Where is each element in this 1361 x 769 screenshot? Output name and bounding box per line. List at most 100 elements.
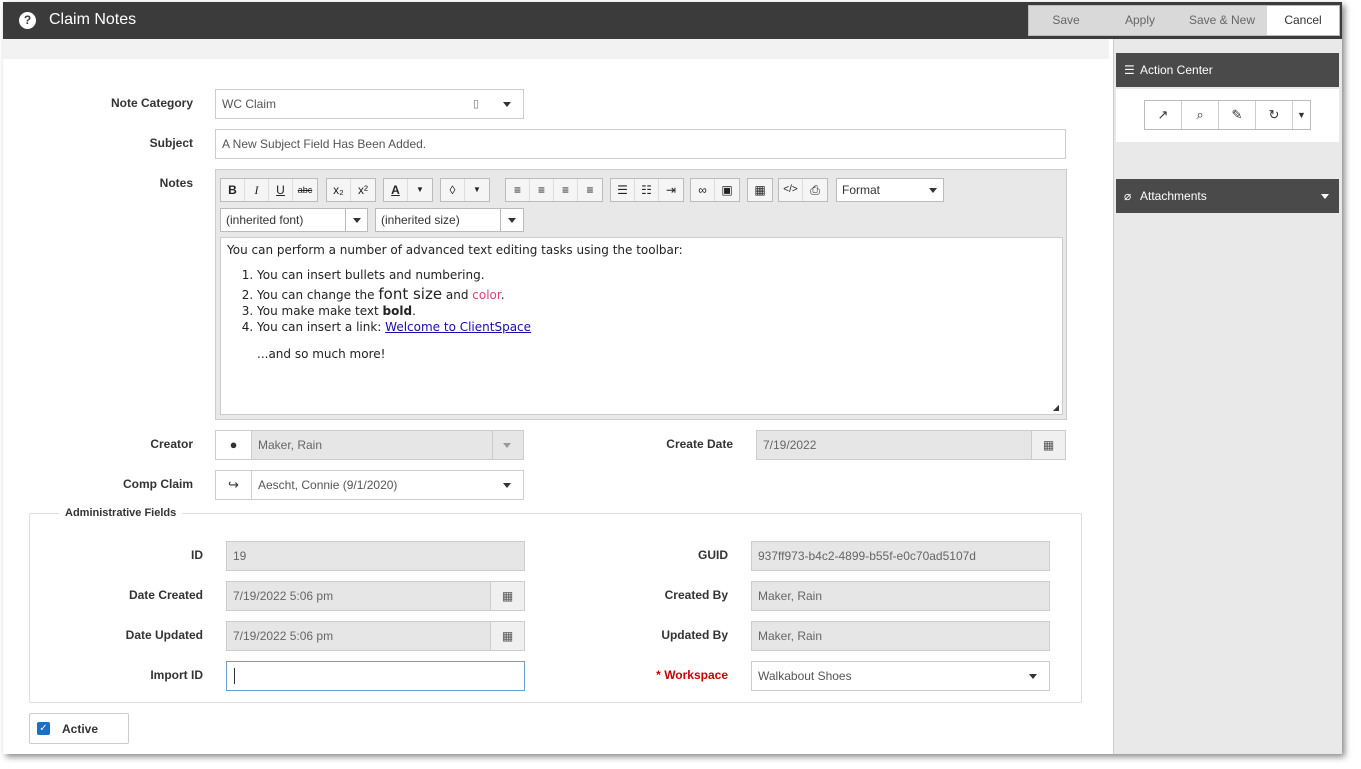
resize-handle-icon[interactable]: ◢ — [1053, 403, 1059, 412]
search-icon[interactable]: ⌕ — [1182, 101, 1219, 129]
link-icon[interactable]: ∞ — [691, 179, 715, 201]
help-icon[interactable]: ? — [19, 12, 36, 29]
workspace-label-text: Workspace — [664, 668, 728, 682]
font-family-value: (inherited font) — [226, 213, 304, 227]
align-center-icon[interactable]: ≡ — [530, 179, 554, 201]
align-group: ≡ ≡ ≡ ≡ — [505, 178, 603, 202]
subject-label: Subject — [149, 136, 193, 150]
font-color-group: A ▼ — [383, 178, 433, 202]
calendar-icon[interactable]: ▦ — [490, 622, 524, 650]
note-category-label: Note Category — [110, 96, 193, 110]
chevron-down-icon[interactable] — [353, 218, 361, 223]
note-category-select[interactable]: WC Claim ▯ — [215, 89, 524, 119]
strikethrough-icon[interactable]: abc — [293, 179, 317, 201]
active-checkbox-group[interactable]: ✓ Active — [29, 713, 129, 744]
background-color-icon[interactable]: ◊ — [441, 179, 465, 201]
chevron-down-icon[interactable] — [1029, 674, 1037, 679]
attachments-title: Attachments — [1140, 189, 1207, 203]
save-and-new-button[interactable]: Save & New — [1177, 6, 1267, 35]
calendar-icon[interactable]: ▦ — [1031, 431, 1065, 459]
text-cursor — [234, 668, 235, 684]
form-top-band — [3, 39, 1109, 59]
list-group: ☰ ☷ ⇥ — [610, 178, 684, 202]
created-by-label: Created By — [664, 588, 728, 602]
align-justify-icon[interactable]: ≡ — [578, 179, 602, 201]
subject-input[interactable]: A New Subject Field Has Been Added. — [215, 129, 1066, 159]
save-button[interactable]: Save — [1029, 6, 1103, 35]
external-link-icon[interactable]: ↗ — [1145, 101, 1182, 129]
form-area: Note Category WC Claim ▯ Subject A New S… — [3, 39, 1109, 754]
create-date-label: Create Date — [666, 437, 733, 451]
creator-field[interactable]: ● Maker, Rain — [215, 430, 524, 460]
format-select-value: Format — [842, 183, 881, 197]
indent-icon[interactable]: ⇥ — [659, 179, 683, 201]
image-icon[interactable]: ▣ — [715, 179, 739, 201]
open-record-icon[interactable]: ↪ — [216, 471, 252, 499]
workspace-label: * Workspace — [588, 668, 728, 682]
apply-button[interactable]: Apply — [1103, 6, 1177, 35]
updated-by-value: Maker, Rain — [758, 629, 823, 643]
workspace-select[interactable]: Walkabout Shoes — [751, 661, 1050, 691]
action-center-header[interactable]: ☰ Action Center — [1116, 53, 1339, 87]
guid-value: 937ff973-b4c2-4899-b55f-e0c70ad5107d — [758, 549, 976, 563]
chevron-down-icon[interactable] — [503, 443, 511, 448]
import-id-input[interactable] — [226, 661, 525, 691]
editor-content[interactable]: You can perform a number of advanced tex… — [220, 237, 1063, 415]
chevron-down-icon[interactable] — [508, 218, 516, 223]
chevron-down-icon[interactable] — [1321, 194, 1329, 199]
comp-claim-label: Comp Claim — [122, 477, 193, 491]
list-item: You can insert bullets and numbering. — [257, 267, 1056, 283]
welcome-link[interactable]: Welcome to ClientSpace — [385, 320, 531, 334]
font-size-select[interactable]: (inherited size) — [375, 208, 524, 232]
editor-outro: ...and so much more! — [257, 347, 386, 361]
font-size-value: (inherited size) — [381, 213, 460, 227]
create-date-value: 7/19/2022 — [763, 438, 817, 452]
background-color-dropdown-icon[interactable]: ▼ — [465, 179, 489, 201]
cancel-button[interactable]: Cancel — [1267, 6, 1339, 35]
format-select[interactable]: Format — [836, 178, 944, 202]
font-color-icon[interactable]: A — [384, 179, 408, 201]
title-button-group: Save Apply Save & New Cancel — [1028, 5, 1340, 36]
align-left-icon[interactable]: ≡ — [506, 179, 530, 201]
list-item: You can insert a link: Welcome to Client… — [257, 319, 1056, 335]
align-right-icon[interactable]: ≡ — [554, 179, 578, 201]
font-color-dropdown-icon[interactable]: ▼ — [408, 179, 432, 201]
list-icon: ☰ — [1124, 63, 1135, 77]
superscript-icon[interactable]: x² — [351, 179, 375, 201]
id-value: 19 — [233, 549, 247, 563]
date-updated-label: Date Updated — [125, 628, 203, 642]
action-center-body: ↗ ⌕ ✎ ↻ ▼ — [1116, 89, 1339, 142]
pin-icon[interactable]: ✎ — [1219, 101, 1256, 129]
chevron-down-icon[interactable]: ▼ — [1293, 101, 1310, 129]
date-created-field: 7/19/2022 5:06 pm ▦ — [226, 581, 525, 611]
comp-claim-select[interactable]: ↪ Aescht, Connie (9/1/2020) — [215, 470, 524, 500]
rich-text-editor: B I U abc x₂ x² A ▼ ◊ ▼ ≡ ≡ ≡ ≡ ☰ ☷ ⇥ ∞ … — [215, 169, 1067, 420]
chevron-down-icon[interactable] — [503, 483, 511, 488]
date-created-label: Date Created — [128, 588, 203, 602]
claim-notes-window: ? Claim Notes Save Apply Save & New Canc… — [3, 2, 1342, 754]
refresh-icon[interactable]: ↻ — [1256, 101, 1293, 129]
italic-icon[interactable]: I — [245, 179, 269, 201]
underline-icon[interactable]: U — [269, 179, 293, 201]
subscript-icon[interactable]: x₂ — [327, 179, 351, 201]
checkbox-checked-icon[interactable]: ✓ — [37, 722, 50, 735]
chevron-down-icon[interactable] — [503, 102, 511, 107]
date-updated-field: 7/19/2022 5:06 pm ▦ — [226, 621, 525, 651]
paperclip-icon: ⌀ — [1124, 189, 1132, 203]
table-icon[interactable]: ▦ — [748, 179, 772, 201]
user-icon: ● — [216, 431, 252, 459]
attachments-header[interactable]: ⌀ Attachments — [1116, 179, 1339, 213]
font-family-select[interactable]: (inherited font) — [220, 208, 368, 232]
numbered-list-icon[interactable]: ☷ — [635, 179, 659, 201]
calendar-icon[interactable]: ▦ — [490, 582, 524, 610]
subject-value: A New Subject Field Has Been Added. — [222, 137, 427, 151]
create-date-field[interactable]: 7/19/2022 ▦ — [756, 430, 1066, 460]
chevron-down-icon[interactable] — [929, 188, 937, 193]
title-bar: ? Claim Notes Save Apply Save & New Canc… — [3, 2, 1342, 39]
print-icon[interactable]: ⎙ — [803, 179, 827, 201]
clipboard-icon[interactable]: ▯ — [473, 90, 479, 118]
bullet-list-icon[interactable]: ☰ — [611, 179, 635, 201]
code-view-icon[interactable]: </> — [779, 179, 803, 201]
select-divider — [500, 209, 501, 231]
bold-icon[interactable]: B — [221, 179, 245, 201]
